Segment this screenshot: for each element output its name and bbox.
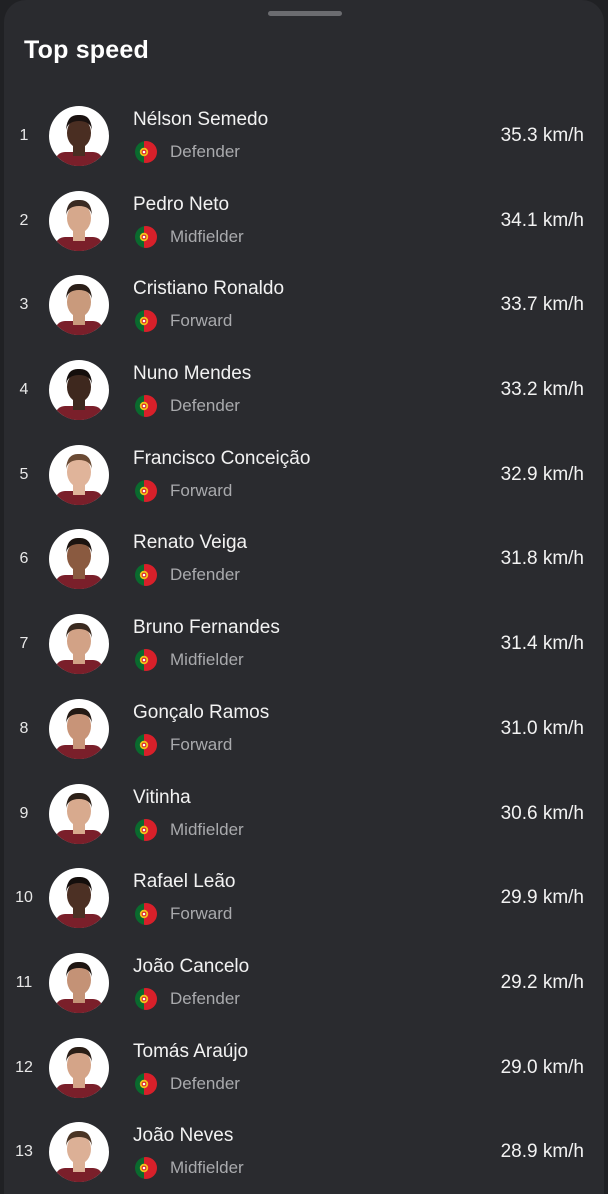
portugal-flag-icon	[135, 225, 157, 248]
player-name: Rafael Leão	[133, 871, 236, 893]
player-position: Forward	[170, 311, 233, 331]
player-position: Forward	[170, 904, 233, 924]
player-name: João Neves	[133, 1125, 234, 1147]
portugal-flag-icon	[135, 1157, 157, 1180]
top-speed-value: 31.4 km/h	[500, 633, 584, 655]
player-avatar	[49, 190, 109, 251]
player-position: Defender	[170, 142, 240, 161]
top-speed-value: 31.8 km/h	[500, 548, 584, 570]
rank-number: 3	[19, 296, 29, 314]
top-speed-value: 35.3 km/h	[500, 125, 584, 146]
player-avatar	[49, 1122, 109, 1183]
portugal-flag-icon	[135, 818, 157, 841]
top-speed-value: 29.0 km/h	[500, 1056, 584, 1078]
player-name: João Cancelo	[133, 955, 250, 977]
rank-number: 1	[19, 127, 29, 144]
player-name: Gonçalo Ramos	[133, 701, 270, 723]
player-avatar	[49, 952, 109, 1013]
player-avatar	[49, 360, 109, 421]
rank-number: 9	[19, 804, 29, 822]
player-avatar	[49, 698, 109, 759]
rank-number: 6	[19, 550, 29, 568]
portugal-flag-icon	[135, 310, 157, 333]
player-position: Midfielder	[170, 1158, 244, 1178]
top-speed-value: 30.6 km/h	[500, 802, 584, 824]
player-position: Defender	[170, 565, 240, 585]
list-item[interactable]: 4 Nuno Mendes Defender 33.2 km/h	[4, 348, 604, 433]
player-position: Defender	[170, 396, 240, 416]
player-avatar	[49, 868, 109, 929]
top-speed-value: 28.9 km/h	[500, 1141, 584, 1163]
player-avatar	[49, 783, 109, 844]
page-title: Top speed	[24, 36, 149, 64]
player-avatar	[49, 529, 109, 590]
list-item[interactable]: 9 Vitinha Midfielder 30.6 km/h	[4, 772, 604, 857]
portugal-flag-icon	[135, 903, 157, 926]
portugal-flag-icon	[135, 564, 157, 587]
player-avatar	[49, 106, 109, 166]
player-position: Forward	[170, 734, 233, 754]
drag-handle[interactable]	[268, 11, 342, 16]
portugal-flag-icon	[135, 649, 157, 672]
rank-number: 2	[19, 211, 29, 229]
top-speed-value: 31.0 km/h	[500, 717, 584, 739]
player-name: Bruno Fernandes	[133, 617, 280, 639]
rank-number: 11	[15, 973, 33, 991]
player-position: Forward	[170, 480, 233, 500]
player-position: Midfielder	[170, 819, 244, 839]
list-item[interactable]: 10 Rafael Leão Forward 29.9 km/h	[4, 856, 604, 941]
rank-number: 10	[15, 889, 33, 907]
rank-number: 8	[19, 719, 29, 737]
list-item[interactable]: 2 Pedro Neto Midfielder 34.1 km/h	[4, 179, 604, 264]
player-name: Cristiano Ronaldo	[133, 278, 285, 300]
player-name: Nuno Mendes	[133, 363, 252, 385]
player-name: Francisco Conceição	[133, 447, 311, 469]
top-speed-value: 34.1 km/h	[500, 209, 584, 231]
player-position: Midfielder	[170, 226, 244, 246]
player-name: Pedro Neto	[133, 193, 230, 215]
player-position: Midfielder	[170, 650, 244, 670]
top-speed-value: 29.2 km/h	[500, 971, 584, 993]
rank-number: 13	[15, 1143, 33, 1161]
list-item[interactable]: 7 Bruno Fernandes Midfielder 31.4 km/h	[4, 602, 604, 687]
top-speed-value: 32.9 km/h	[500, 463, 584, 485]
top-speed-value: 33.2 km/h	[500, 379, 584, 401]
rank-number: 5	[19, 465, 29, 483]
list-item[interactable]: 5 Francisco Conceição Forward 32.9 km/h	[4, 433, 604, 518]
list-item[interactable]: 13 João Neves Midfielder 28.9 km/h	[4, 1110, 604, 1194]
player-avatar	[49, 275, 109, 336]
rank-number: 7	[19, 635, 29, 653]
top-speed-value: 33.7 km/h	[500, 294, 584, 316]
player-avatar	[49, 1037, 109, 1098]
player-name: Nélson Semedo	[133, 109, 269, 130]
list-item[interactable]: 3 Cristiano Ronaldo Forward 33.7 km/h	[4, 263, 604, 348]
portugal-flag-icon	[135, 1072, 157, 1095]
portugal-flag-icon	[135, 395, 157, 418]
player-avatar	[49, 614, 109, 675]
player-list: 1 Nélson Semedo Defender 35.3 km/h 2 Ped…	[4, 94, 604, 1194]
rank-number: 4	[19, 381, 29, 399]
portugal-flag-icon	[135, 987, 157, 1010]
player-position: Defender	[170, 1073, 240, 1093]
player-name: Renato Veiga	[133, 532, 248, 554]
list-item[interactable]: 12 Tomás Araújo Defender 29.0 km/h	[4, 1026, 604, 1111]
portugal-flag-icon	[135, 733, 157, 756]
player-position: Defender	[170, 988, 240, 1008]
player-name: Vitinha	[133, 786, 191, 808]
list-item[interactable]: 6 Renato Veiga Defender 31.8 km/h	[4, 517, 604, 602]
list-item[interactable]: 8 Gonçalo Ramos Forward 31.0 km/h	[4, 687, 604, 772]
list-item[interactable]: 1 Nélson Semedo Defender 35.3 km/h	[4, 94, 604, 179]
top-speed-value: 29.9 km/h	[500, 887, 584, 909]
list-item[interactable]: 11 João Cancelo Defender 29.2 km/h	[4, 941, 604, 1026]
portugal-flag-icon	[135, 141, 157, 163]
rank-number: 12	[15, 1058, 33, 1076]
top-speed-sheet: Top speed 1 Nélson Semedo Defender 35.3	[4, 0, 604, 1194]
portugal-flag-icon	[135, 479, 157, 502]
player-avatar	[49, 444, 109, 505]
player-name: Tomás Araújo	[133, 1040, 249, 1062]
